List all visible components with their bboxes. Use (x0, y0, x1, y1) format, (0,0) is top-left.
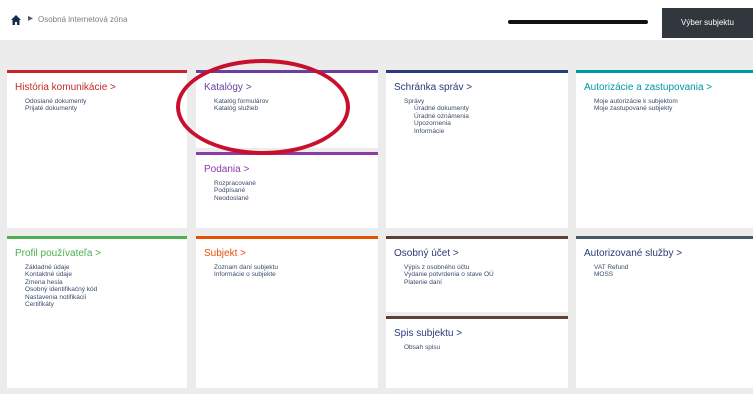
card-accent (576, 70, 753, 73)
card-profile: Profil používateľa > Základné údaje Kont… (7, 236, 187, 388)
link-item[interactable]: MOSS (594, 271, 628, 278)
card-title[interactable]: Autorizované služby > (584, 248, 682, 259)
card-file: Spis subjektu > Obsah spisu (386, 316, 568, 388)
card-links: Výpis z osobného účtu Vydanie potvrdenia… (404, 264, 494, 286)
card-accent (386, 70, 568, 73)
link-item[interactable]: Moje zastupované subjekty (594, 105, 678, 112)
card-links: VAT Refund MOSS (594, 264, 628, 279)
home-icon[interactable] (10, 14, 22, 26)
card-accent (386, 316, 568, 319)
redacted-user-name (508, 20, 648, 24)
card-accent (386, 236, 568, 239)
link-item[interactable]: Prijaté dokumenty (25, 105, 86, 112)
card-mailbox: Schránka správ > Správy Úradné dokumenty… (386, 70, 568, 228)
link-item[interactable]: Vydanie potvrdenia o stave OÚ (404, 271, 494, 278)
link-item[interactable]: Nastavenia notifikácií (25, 294, 97, 301)
breadcrumb[interactable]: Osobná internetová zóna (38, 15, 127, 24)
card-links: Správy Úradné dokumenty Úradné oznámenia… (404, 98, 469, 135)
card-accent (7, 70, 187, 73)
card-accent (576, 236, 753, 239)
card-links: Zoznam daní subjektu Informácie o subjek… (214, 264, 278, 279)
link-item[interactable]: Obsah spisu (404, 344, 440, 351)
link-item[interactable]: Certifikáty (25, 301, 97, 308)
link-item[interactable]: Osobný identifikačný kód (25, 286, 97, 293)
highlight-circle (176, 59, 350, 155)
link-item[interactable]: Neodoslané (214, 195, 256, 202)
link-item[interactable]: Úradné oznámenia (404, 113, 469, 120)
card-services: Autorizované služby > VAT Refund MOSS (576, 236, 753, 388)
link-item[interactable]: Informácie (404, 128, 469, 135)
card-accent (196, 236, 378, 239)
link-item[interactable]: Úradné dokumenty (404, 105, 469, 112)
breadcrumb-separator-icon: ▸ (28, 13, 34, 24)
link-item[interactable]: Rozpracované (214, 180, 256, 187)
card-title[interactable]: Osobný účet > (394, 248, 459, 259)
link-item[interactable]: Upozornenia (404, 120, 469, 127)
card-title[interactable]: Profil používateľa > (15, 248, 101, 259)
card-history: História komunikácie > Odoslané dokument… (7, 70, 187, 228)
card-links: Moje autorizácie k subjektom Moje zastup… (594, 98, 678, 113)
card-links: Základné údaje Kontaktné údaje Zmena hes… (25, 264, 97, 308)
card-links: Rozpracované Podpísané Neodoslané (214, 180, 256, 202)
pick-subject-button[interactable]: Výber subjektu (662, 8, 753, 38)
top-bar: ▸ Osobná internetová zóna Výber subjektu (0, 0, 753, 40)
card-links: Odoslané dokumenty Prijaté dokumenty (25, 98, 86, 113)
card-accent (7, 236, 187, 239)
card-title[interactable]: Podania > (204, 164, 249, 175)
card-title[interactable]: Autorizácie a zastupovania > (584, 82, 712, 93)
card-authorization: Autorizácie a zastupovania > Moje autori… (576, 70, 753, 228)
link-item[interactable]: Kontaktné údaje (25, 271, 97, 278)
link-item[interactable]: Základné údaje (25, 264, 97, 271)
link-item[interactable]: Podpísané (214, 187, 256, 194)
card-title[interactable]: Schránka správ > (394, 82, 472, 93)
card-account: Osobný účet > Výpis z osobného účtu Vyda… (386, 236, 568, 312)
link-item[interactable]: Informácie o subjekte (214, 271, 278, 278)
card-subject: Subjekt > Zoznam daní subjektu Informáci… (196, 236, 378, 388)
link-item[interactable]: Moje autorizácie k subjektom (594, 98, 678, 105)
card-title[interactable]: Spis subjektu > (394, 328, 462, 339)
link-item[interactable]: Zmena hesla (25, 279, 97, 286)
card-title[interactable]: História komunikácie > (15, 82, 116, 93)
card-submissions: Podania > Rozpracované Podpísané Neodosl… (196, 152, 378, 228)
link-item[interactable]: Odoslané dokumenty (25, 98, 86, 105)
card-links: Obsah spisu (404, 344, 440, 351)
link-item[interactable]: Platenie daní (404, 279, 494, 286)
link-item[interactable]: Zoznam daní subjektu (214, 264, 278, 271)
card-title[interactable]: Subjekt > (204, 248, 246, 259)
link-item[interactable]: VAT Refund (594, 264, 628, 271)
